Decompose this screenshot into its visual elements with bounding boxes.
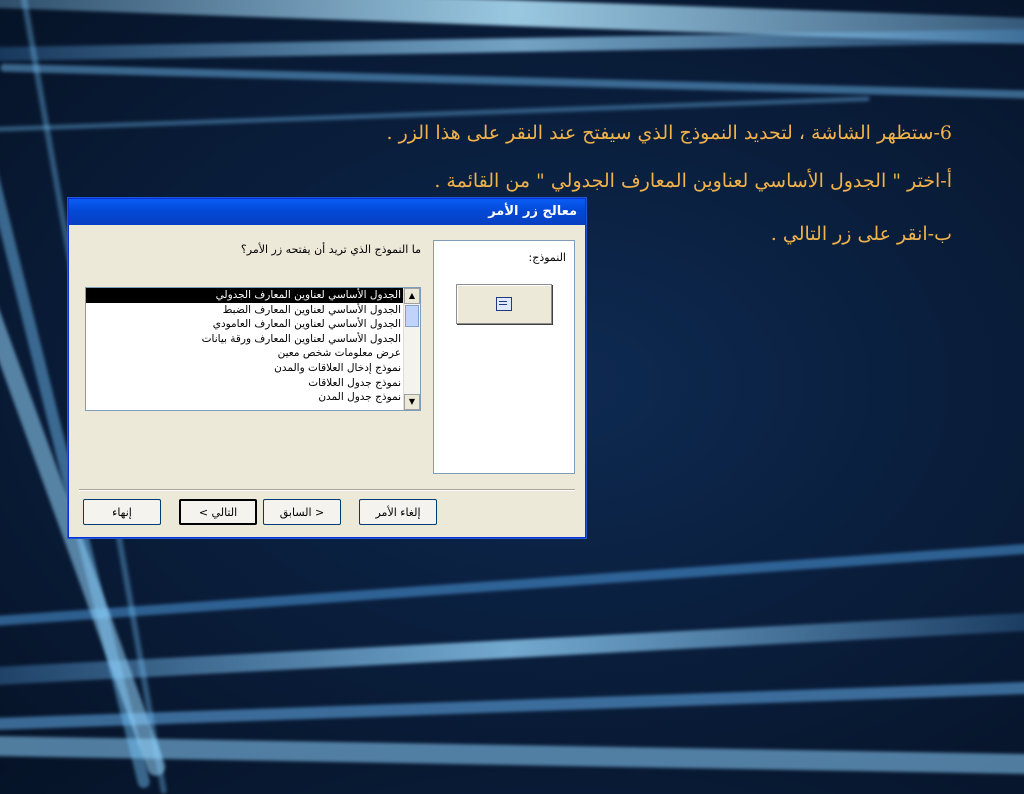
dialog-title[interactable]: معالج زر الأمر — [69, 199, 585, 225]
next-button[interactable]: التالي > — [179, 499, 257, 525]
instruction-step-b: ب-انقر على زر التالي . — [770, 223, 952, 245]
back-button[interactable]: < السابق — [263, 499, 341, 525]
list-item[interactable]: نموذج جدول العلاقات — [86, 376, 404, 391]
form-icon — [496, 297, 512, 311]
list-item[interactable]: عرض معلومات شخص معين — [86, 346, 404, 361]
list-item[interactable]: نموذج جدول المدن — [86, 390, 404, 405]
light-streak — [0, 611, 1024, 687]
question-label: ما النموذج الذي تريد أن يفتحه زر الأمر؟ — [240, 243, 421, 256]
light-streak — [0, 680, 1024, 732]
light-streak — [0, 63, 1024, 101]
scroll-up-icon[interactable]: ▲ — [404, 288, 420, 304]
list-item[interactable]: نموذج إدخال العلاقات والمدن — [86, 361, 404, 376]
scroll-down-icon[interactable]: ▼ — [404, 394, 420, 410]
divider — [79, 489, 575, 491]
finish-button[interactable]: إنهاء — [83, 499, 161, 525]
list-item[interactable]: الجدول الأساسي لعناوين المعارف الضبط — [86, 303, 404, 318]
instruction-step-a: أ-اختر " الجدول الأساسي لعناوين المعارف … — [434, 170, 952, 192]
form-preview-panel: النموذج: — [433, 240, 575, 474]
list-item[interactable]: الجدول الأساسي لعناوين المعارف العامودي — [86, 317, 404, 332]
form-listbox[interactable]: الجدول الأساسي لعناوين المعارف الجدولي ا… — [85, 287, 421, 411]
light-streak — [0, 28, 1024, 62]
command-button-wizard-dialog: معالج زر الأمر النموذج: ما النموذج الذي … — [68, 198, 586, 538]
scroll-thumb[interactable] — [405, 305, 419, 327]
listbox-scrollbar[interactable]: ▲ ▼ — [403, 288, 420, 410]
instruction-step-6: 6-ستظهر الشاشة ، لتحديد النموذج الذي سيف… — [386, 122, 952, 144]
preview-button — [456, 284, 552, 324]
light-streak — [0, 735, 1024, 775]
light-streak — [0, 0, 1024, 47]
list-item[interactable]: الجدول الأساسي لعناوين المعارف ورقة بيان… — [86, 332, 404, 347]
list-item[interactable]: الجدول الأساسي لعناوين المعارف الجدولي — [86, 288, 404, 303]
preview-label: النموذج: — [528, 251, 566, 264]
cancel-button[interactable]: إلغاء الأمر — [359, 499, 437, 525]
light-streak — [0, 541, 1024, 629]
